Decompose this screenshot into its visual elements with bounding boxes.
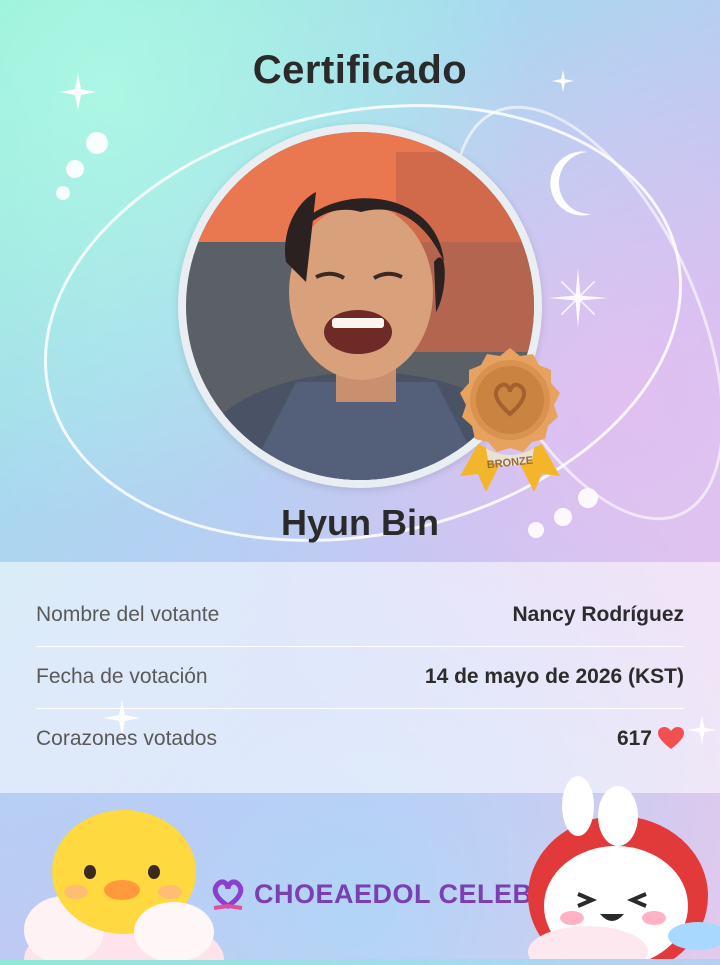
sparkle-icon	[548, 268, 608, 333]
certificate-title: Certificado	[252, 48, 468, 92]
hearts-value: 617	[616, 727, 652, 750]
date-label: Fecha de votación	[36, 665, 208, 688]
brand-name: CHOEAEDOL CELEB	[254, 878, 533, 909]
date-value: 14 de mayo de 2026 (KST)	[424, 665, 684, 688]
date-row: Fecha de votación 14 de mayo de 2026 (KS…	[36, 646, 684, 708]
celeb-name: Hyun Bin	[281, 502, 439, 543]
decor-dot	[86, 132, 108, 154]
brand-logo[interactable]: CHOEAEDOL CELEB	[208, 874, 533, 914]
voter-row: Nombre del votante Nancy Rodríguez	[36, 584, 684, 646]
voter-label: Nombre del votante	[36, 603, 220, 626]
decor-dot	[66, 160, 84, 178]
hearts-label: Corazones votados	[36, 727, 217, 750]
brand-logo-icon	[208, 876, 248, 912]
moon-icon	[548, 148, 604, 223]
hearts-value-group: 617	[617, 727, 684, 751]
chick-character-icon	[24, 808, 224, 965]
bunny-character-icon	[518, 776, 720, 965]
decor-dot	[56, 186, 70, 200]
hearts-row: Corazones votados 617	[36, 708, 684, 770]
voter-value: Nancy Rodríguez	[512, 603, 684, 626]
heart-icon	[658, 727, 684, 751]
bronze-badge-icon: BRONZE	[438, 344, 582, 504]
